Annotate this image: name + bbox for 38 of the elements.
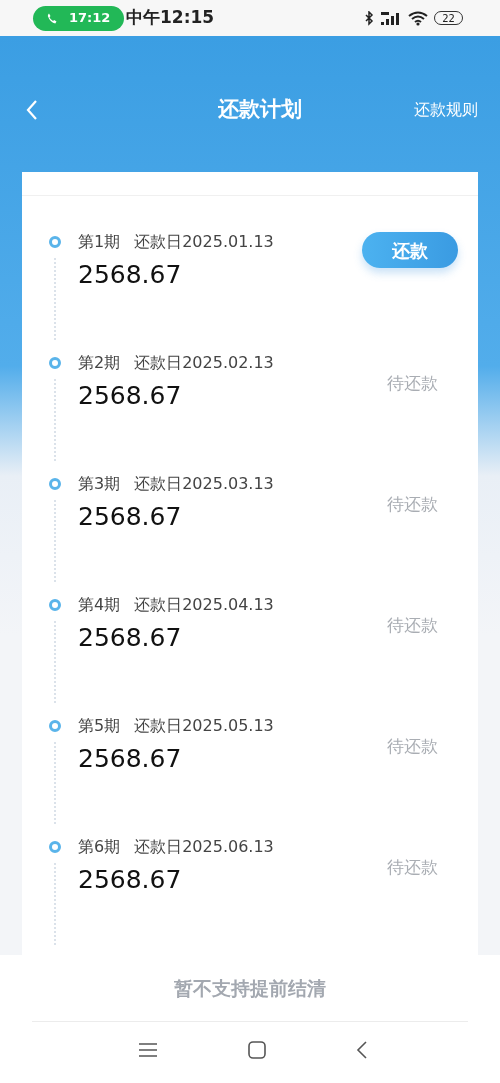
repay-button[interactable]: 还款 xyxy=(362,232,458,268)
due-date: 还款日2025.05.13 xyxy=(134,717,274,735)
clock: 中午12:15 xyxy=(126,6,215,30)
period-label: 第1期 xyxy=(78,233,121,251)
back-icon xyxy=(26,99,38,121)
period-label: 第5期 xyxy=(78,717,121,735)
period-label: 第2期 xyxy=(78,354,121,372)
back-nav-icon[interactable] xyxy=(356,1040,368,1059)
due-date: 还款日2025.02.13 xyxy=(134,354,274,372)
amount: 2568.67 xyxy=(78,382,183,410)
call-duration: 17:12 xyxy=(69,9,111,28)
home-icon[interactable] xyxy=(248,1040,266,1059)
period-label: 第4期 xyxy=(78,596,121,614)
amount: 2568.67 xyxy=(78,624,183,652)
signal-icon xyxy=(380,10,402,26)
footer-note: 暂不支持提前结清 xyxy=(174,975,326,1001)
amount: 2568.67 xyxy=(78,261,183,289)
amount: 2568.67 xyxy=(78,745,183,773)
phone-icon xyxy=(47,12,57,24)
status-label: 待还款 xyxy=(387,493,438,516)
bluetooth-icon xyxy=(365,10,374,26)
due-date: 还款日2025.06.13 xyxy=(134,838,274,856)
rules-link[interactable]: 还款规则 xyxy=(414,98,478,122)
due-date: 还款日2025.01.13 xyxy=(134,233,274,251)
due-date: 还款日2025.03.13 xyxy=(134,475,274,493)
status-label: 待还款 xyxy=(387,735,438,758)
period-label: 第3期 xyxy=(78,475,121,493)
wifi-icon xyxy=(408,10,428,26)
call-indicator[interactable]: 17:12 xyxy=(33,5,124,31)
menu-icon[interactable] xyxy=(138,1041,158,1058)
status-label: 待还款 xyxy=(387,372,438,395)
amount: 2568.67 xyxy=(78,866,183,894)
status-label: 待还款 xyxy=(387,614,438,637)
period-label: 第6期 xyxy=(78,838,121,856)
page-title: 还款计划 xyxy=(217,96,303,124)
due-date: 还款日2025.04.13 xyxy=(134,596,274,614)
amount: 2568.67 xyxy=(78,503,183,531)
status-label: 待还款 xyxy=(387,856,438,879)
